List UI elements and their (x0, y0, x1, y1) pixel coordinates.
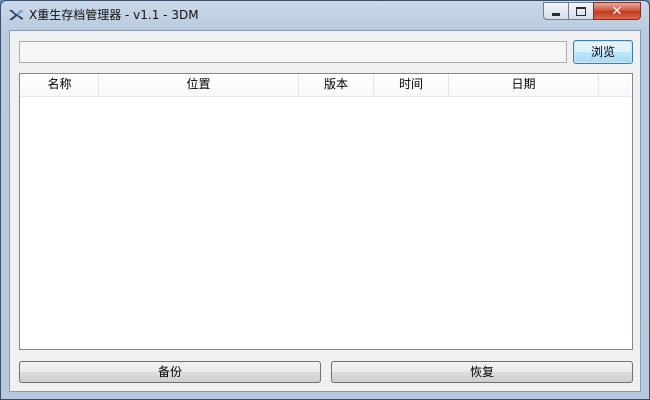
column-header-version[interactable]: 版本 (299, 74, 374, 96)
browse-button[interactable]: 浏览 (573, 40, 633, 64)
column-header-time[interactable]: 时间 (374, 74, 449, 96)
minimize-button[interactable] (543, 2, 569, 20)
title-bar[interactable]: X重生存档管理器 - v1.1 - 3DM ✕ (1, 1, 649, 29)
path-input[interactable] (19, 41, 567, 63)
list-header: 名称 位置 版本 时间 日期 (21, 74, 631, 97)
maximize-icon (576, 6, 586, 16)
restore-button[interactable]: 恢复 (331, 361, 633, 383)
maximize-button[interactable] (568, 2, 594, 20)
app-logo-icon (9, 10, 23, 20)
backup-button[interactable]: 备份 (19, 361, 321, 383)
minimize-icon (552, 12, 560, 16)
app-window: X重生存档管理器 - v1.1 - 3DM ✕ 浏览 名称 位置 版本 时间 日… (0, 0, 650, 400)
save-list[interactable]: 名称 位置 版本 时间 日期 (19, 73, 633, 350)
column-header-name[interactable]: 名称 (21, 74, 99, 96)
client-area: 浏览 名称 位置 版本 时间 日期 备份 恢复 (9, 30, 641, 392)
close-icon: ✕ (611, 3, 623, 19)
column-header-filler (599, 74, 631, 96)
close-button[interactable]: ✕ (593, 2, 641, 20)
column-header-location[interactable]: 位置 (99, 74, 299, 96)
window-title: X重生存档管理器 - v1.1 - 3DM (29, 8, 199, 22)
column-header-date[interactable]: 日期 (449, 74, 599, 96)
